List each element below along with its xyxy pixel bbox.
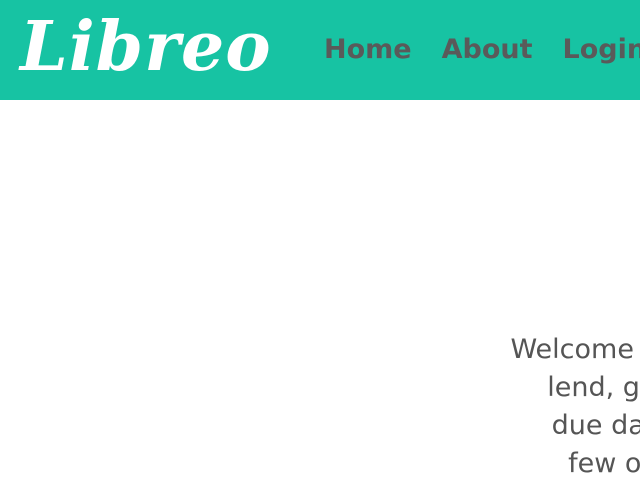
nav-link-home[interactable]: Home [324,30,412,70]
welcome-line: Welcome to Libreo [510,334,640,365]
main-content: Welcome to Libreo lend, give, or due dat… [0,100,640,478]
welcome-line: few of the [568,448,640,478]
main-nav: Home About Login [324,30,640,70]
site-header: Libreo Home About Login [0,0,640,100]
nav-link-login[interactable]: Login [563,30,640,70]
welcome-text: Welcome to Libreo lend, give, or due dat… [446,331,640,478]
libreo-logo[interactable]: Libreo [20,2,272,92]
welcome-line: due dates, n [551,410,640,441]
nav-link-about[interactable]: About [442,30,533,70]
welcome-line: lend, give, or [547,372,640,403]
